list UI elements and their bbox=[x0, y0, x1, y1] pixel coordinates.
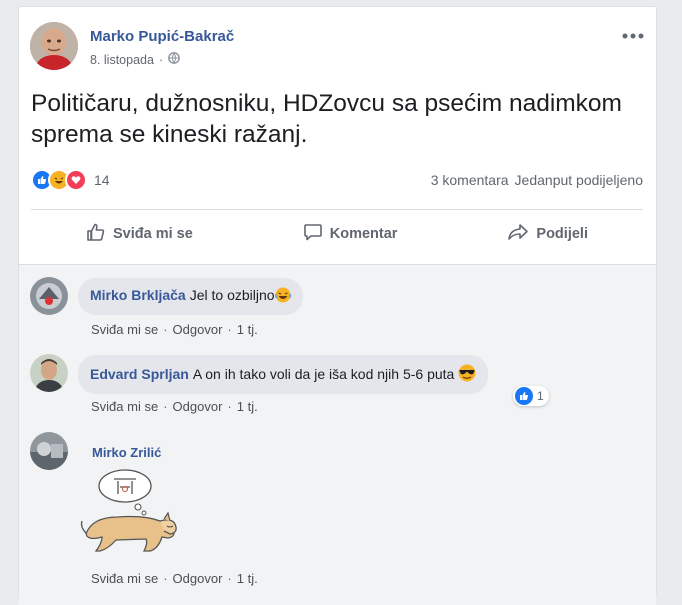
post-actions: Sviđa mi se Komentar Podijeli bbox=[31, 211, 643, 257]
separator-dot: · bbox=[163, 399, 168, 414]
comment-bubble: Mirko Brkljača Jel to ozbiljno bbox=[78, 278, 303, 315]
comment-like-link[interactable]: Sviđa mi se bbox=[91, 571, 158, 586]
comment-bubble: Edvard Sprljan A on ih tako voli da je iš… bbox=[78, 355, 489, 394]
post-author-name[interactable]: Marko Pupić-Bakrač bbox=[90, 28, 234, 45]
commenter-avatar[interactable] bbox=[30, 354, 68, 392]
comment-reply-link[interactable]: Odgovor bbox=[173, 571, 223, 586]
sleeping-dog-sticker[interactable] bbox=[78, 467, 180, 560]
post-header-area: Marko Pupić-Bakrač 8. listopada · Politi… bbox=[19, 7, 656, 265]
globe-icon bbox=[168, 52, 181, 67]
reaction-count[interactable]: 14 bbox=[94, 172, 110, 188]
comment-icon bbox=[303, 222, 323, 246]
commenter-avatar[interactable] bbox=[30, 432, 68, 470]
share-icon bbox=[507, 222, 529, 246]
laughing-emoji-icon bbox=[274, 287, 291, 306]
separator-dot: · bbox=[227, 322, 232, 337]
separator-dot: · bbox=[227, 399, 232, 414]
comment-reply-link[interactable]: Odgovor bbox=[173, 322, 223, 337]
comment-reaction-count: 1 bbox=[537, 389, 544, 403]
comment-author[interactable]: Mirko Brkljača bbox=[90, 287, 186, 303]
comment-actions: Sviđa mi se · Odgovor · 1 tj. bbox=[91, 571, 258, 586]
like-button-label: Sviđa mi se bbox=[112, 226, 193, 242]
reactions-row: 14 3 komentara Jedanput podijeljeno bbox=[31, 165, 643, 195]
engagement-counts: 3 komentara Jedanput podijeljeno bbox=[431, 172, 643, 188]
comment-like-link[interactable]: Sviđa mi se bbox=[91, 399, 158, 414]
comment-time[interactable]: 1 tj. bbox=[237, 399, 258, 414]
comment-text: A on ih tako voli da je iša kod njih 5-6… bbox=[192, 366, 455, 382]
comments-section: Mirko Brkljača Jel to ozbiljno Sviđa mi s… bbox=[19, 264, 656, 605]
thumb-up-icon bbox=[86, 222, 106, 246]
meta-separator: · bbox=[158, 52, 164, 67]
love-reaction-icon[interactable] bbox=[65, 169, 87, 191]
sunglasses-emoji-icon bbox=[458, 364, 476, 385]
share-button[interactable]: Podijeli bbox=[507, 222, 588, 246]
post-date[interactable]: 8. listopada bbox=[90, 53, 154, 67]
commenter-avatar[interactable] bbox=[30, 277, 68, 315]
author-avatar[interactable] bbox=[30, 22, 78, 70]
divider bbox=[31, 209, 643, 210]
comment-author[interactable]: Edvard Sprljan bbox=[90, 366, 189, 382]
post-card: Marko Pupić-Bakrač 8. listopada · Politi… bbox=[18, 6, 657, 605]
comment-reply-link[interactable]: Odgovor bbox=[173, 399, 223, 414]
comment-time[interactable]: 1 tj. bbox=[237, 571, 258, 586]
comment-button[interactable]: Komentar bbox=[303, 222, 398, 246]
comment-like-link[interactable]: Sviđa mi se bbox=[91, 322, 158, 337]
separator-dot: · bbox=[163, 322, 168, 337]
like-reaction-icon bbox=[515, 387, 533, 405]
post-text: Političaru, dužnosniku, HDZovcu sa pseći… bbox=[31, 90, 622, 148]
comment-text: Jel to ozbiljno bbox=[189, 287, 275, 303]
comment-reactions-badge[interactable]: 1 bbox=[513, 386, 549, 406]
separator-dot: · bbox=[227, 571, 232, 586]
comment-button-label: Komentar bbox=[329, 226, 398, 242]
comment-actions: Sviđa mi se · Odgovor · 1 tj. bbox=[91, 322, 258, 337]
shares-count[interactable]: Jedanput podijeljeno bbox=[515, 172, 643, 188]
share-button-label: Podijeli bbox=[536, 226, 588, 242]
comments-count[interactable]: 3 komentara bbox=[431, 172, 509, 188]
comment-author[interactable]: Mirko Zrilić bbox=[92, 445, 161, 460]
comment-actions: Sviđa mi se · Odgovor · 1 tj. bbox=[91, 399, 258, 414]
comment-time[interactable]: 1 tj. bbox=[237, 322, 258, 337]
separator-dot: · bbox=[163, 571, 168, 586]
more-icon[interactable] bbox=[622, 23, 644, 44]
like-button[interactable]: Sviđa mi se bbox=[86, 222, 193, 246]
post-meta: 8. listopada · bbox=[90, 52, 181, 67]
